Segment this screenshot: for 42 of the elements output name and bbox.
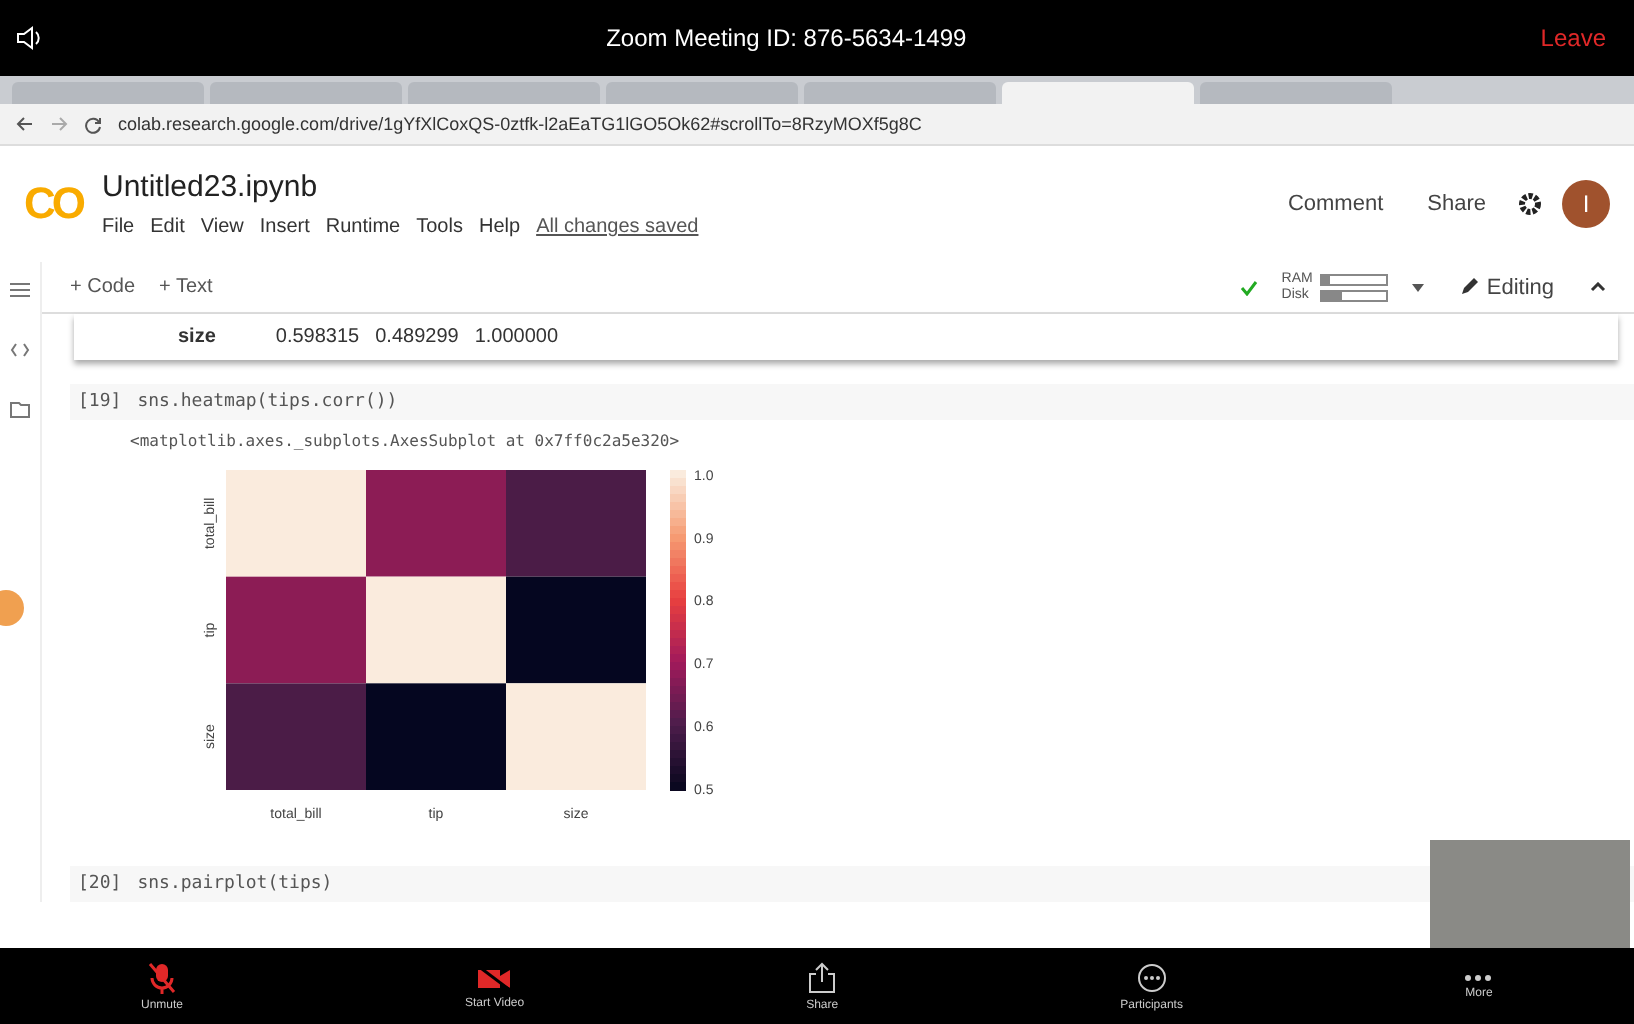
speaker-icon[interactable] [16, 26, 44, 50]
menu-item[interactable]: Tools [416, 216, 463, 238]
chat-bubble-icon [1135, 961, 1168, 993]
output-text: <matplotlib.axes._subplots.AxesSubplot at 0x7ff0c2a5e320> [128, 432, 682, 450]
cell-number: [20] [78, 874, 122, 894]
more-icon [1464, 973, 1493, 981]
save-status-link[interactable]: All changes saved [536, 216, 699, 238]
back-icon[interactable] [16, 116, 34, 132]
settings-icon[interactable] [1518, 192, 1542, 216]
folder-icon[interactable] [10, 402, 30, 418]
table-cell: 0.598315 [275, 326, 360, 348]
code-icon[interactable] [10, 342, 30, 358]
table-cell: 0.489299 [375, 326, 459, 348]
table-cell: 1.000000 [474, 326, 559, 348]
share-icon [808, 961, 837, 993]
meeting-title: Zoom Meeting ID: 876-5634-1499 [604, 24, 969, 52]
header-action-button[interactable]: Comment [1275, 190, 1396, 218]
pencil-icon [1460, 278, 1479, 296]
menu-item[interactable]: File [102, 216, 135, 238]
reload-icon[interactable] [84, 115, 102, 133]
notebook-title[interactable]: Untitled23.ipynb [102, 170, 1256, 204]
menu-item[interactable]: Edit [150, 216, 185, 238]
user-avatar[interactable]: I [1562, 180, 1610, 228]
leave-button[interactable]: Leave [1528, 22, 1618, 54]
check-icon [1239, 279, 1258, 295]
caret-icon[interactable] [1412, 283, 1425, 291]
code-line: sns.heatmap(tips.corr()) [137, 392, 398, 412]
cell-number: [19] [78, 392, 122, 412]
menu-item[interactable]: Runtime [325, 216, 401, 238]
menu-item[interactable]: Insert [259, 216, 310, 238]
menu-item[interactable]: Help [478, 216, 521, 238]
editing-button[interactable]: Editing [1448, 273, 1566, 301]
collapse-icon[interactable] [1590, 282, 1606, 292]
menu-item[interactable]: View [200, 216, 244, 238]
colab-logo: CO [24, 178, 82, 230]
add-cell-button[interactable]: + Text [159, 276, 213, 298]
muted-microphone-icon [148, 961, 176, 993]
menu-icon[interactable] [10, 282, 30, 298]
code-line: sns.pairplot(tips) [137, 874, 333, 894]
add-cell-button[interactable]: + Code [70, 276, 136, 298]
row-label: size [178, 326, 216, 348]
header-action-button[interactable]: Share [1415, 190, 1498, 218]
